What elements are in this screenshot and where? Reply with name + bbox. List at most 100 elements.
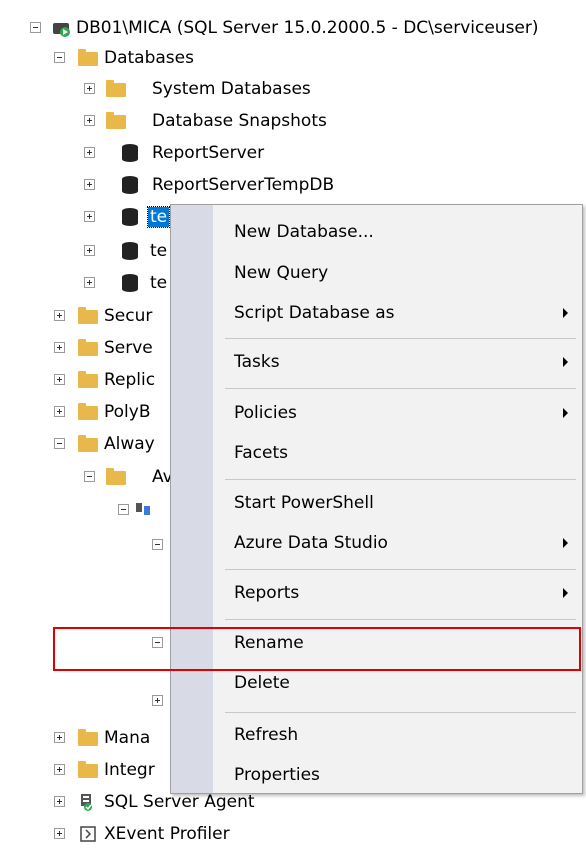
database-label: te [150, 273, 168, 293]
tree-db-te-3[interactable]: te [0, 269, 170, 299]
menu-item-start-powershell[interactable]: Start PowerShell [171, 485, 582, 521]
menu-item-new-query[interactable]: New Query [171, 255, 582, 291]
expand-icon[interactable] [84, 147, 95, 158]
menu-separator [225, 569, 576, 570]
folder-icon [106, 80, 126, 97]
folder-icon [78, 307, 98, 324]
expand-icon[interactable] [54, 374, 65, 385]
database-icon [122, 274, 138, 292]
expand-icon[interactable] [84, 245, 95, 256]
collapse-icon[interactable] [54, 438, 65, 449]
xevent-profiler-label: XEvent Profiler [104, 824, 230, 844]
tree-xevent-profiler[interactable]: XEvent Profiler [0, 820, 300, 850]
menu-separator [225, 712, 576, 713]
collapse-icon[interactable] [84, 471, 95, 482]
tree-database-snapshots[interactable]: Database Snapshots [0, 107, 380, 137]
properties-label: Properties [234, 765, 320, 785]
replication-label: Replic [104, 370, 156, 390]
sql-agent-label: SQL Server Agent [104, 792, 255, 812]
new-query-label: New Query [234, 263, 329, 283]
menu-separator [225, 338, 576, 339]
expand-icon[interactable] [54, 732, 65, 743]
tree-replication[interactable]: Replic [0, 366, 170, 396]
expand-icon[interactable] [54, 764, 65, 775]
menu-item-reports[interactable]: Reports [171, 575, 582, 611]
menu-item-facets[interactable]: Facets [171, 435, 582, 471]
context-menu: New Database... New Query Script Databas… [170, 204, 583, 794]
expand-icon[interactable] [84, 115, 95, 126]
folder-icon [78, 729, 98, 746]
management-label: Mana [104, 728, 151, 748]
folder-icon [78, 403, 98, 420]
policies-label: Policies [234, 403, 297, 423]
facets-label: Facets [234, 443, 288, 463]
expand-icon[interactable] [84, 179, 95, 190]
tree-always-on[interactable]: Alway [0, 430, 170, 460]
refresh-label: Refresh [234, 725, 299, 745]
tree-availability-groups[interactable]: Av [0, 463, 173, 493]
tree-db-te-2[interactable]: te [0, 237, 170, 267]
tree-databases[interactable]: Databases [0, 44, 300, 74]
tree-polybase[interactable]: PolyB [0, 398, 170, 428]
new-database-label: New Database... [234, 222, 374, 242]
system-databases-label: System Databases [152, 79, 311, 99]
collapse-icon[interactable] [54, 52, 65, 63]
database-snapshots-label: Database Snapshots [152, 111, 327, 131]
submenu-arrow-icon [563, 357, 568, 367]
tree-db-reportserver[interactable]: ReportServer [0, 139, 350, 169]
integration-label: Integr [104, 760, 155, 780]
tree-db-te-selected[interactable]: te [0, 203, 171, 233]
xevent-icon [80, 826, 96, 842]
tree-system-databases[interactable]: System Databases [0, 75, 350, 105]
submenu-arrow-icon [563, 538, 568, 548]
expand-icon[interactable] [84, 211, 95, 222]
tree-db-reportservertempdb[interactable]: ReportServerTempDB [0, 171, 400, 201]
collapse-icon[interactable] [30, 22, 41, 33]
expand-icon[interactable] [54, 828, 65, 839]
polybase-label: PolyB [104, 402, 151, 422]
menu-item-new-database[interactable]: New Database... [171, 214, 582, 250]
server-objects-label: Serve [104, 338, 153, 358]
tree-integration[interactable]: Integr [0, 756, 170, 786]
delete-highlight-box [53, 627, 581, 671]
always-on-label: Alway [104, 434, 155, 454]
menu-item-tasks[interactable]: Tasks [171, 344, 582, 380]
collapse-icon[interactable] [118, 504, 129, 515]
availability-group-icon [136, 503, 150, 515]
database-icon [122, 208, 138, 226]
tree-management[interactable]: Mana [0, 724, 170, 754]
menu-item-script-database-as[interactable]: Script Database as [171, 295, 582, 331]
expand-icon[interactable] [54, 342, 65, 353]
expand-icon[interactable] [54, 310, 65, 321]
server-label: DB01\MICA (SQL Server 15.0.2000.5 - DC\s… [76, 18, 539, 38]
reports-label: Reports [234, 583, 300, 603]
menu-item-refresh[interactable]: Refresh [171, 717, 582, 753]
tree-availability-group-node[interactable] [0, 496, 170, 526]
menu-separator [225, 479, 576, 480]
tree-server[interactable]: DB01\MICA (SQL Server 15.0.2000.5 - DC\s… [0, 14, 586, 44]
azure-data-studio-label: Azure Data Studio [234, 533, 388, 553]
expand-icon[interactable] [84, 277, 95, 288]
tree-security[interactable]: Secur [0, 302, 170, 332]
menu-item-azure-data-studio[interactable]: Azure Data Studio [171, 525, 582, 561]
submenu-arrow-icon [563, 408, 568, 418]
expand-icon[interactable] [54, 406, 65, 417]
reportservertempdb-label: ReportServerTempDB [152, 175, 335, 195]
submenu-arrow-icon [563, 308, 568, 318]
menu-item-policies[interactable]: Policies [171, 395, 582, 431]
expand-icon[interactable] [54, 796, 65, 807]
reportserver-label: ReportServer [152, 143, 265, 163]
tree-server-objects[interactable]: Serve [0, 334, 170, 364]
selected-database-label: te [146, 206, 171, 228]
delete-label: Delete [234, 673, 290, 693]
menu-separator [225, 619, 576, 620]
database-icon [122, 242, 138, 260]
menu-item-properties[interactable]: Properties [171, 757, 582, 793]
folder-icon [78, 339, 98, 356]
folder-icon [106, 468, 126, 485]
folder-icon [78, 761, 98, 778]
collapse-icon[interactable] [152, 539, 163, 550]
expand-icon[interactable] [84, 83, 95, 94]
expand-icon[interactable] [152, 695, 163, 706]
folder-icon [78, 435, 98, 452]
